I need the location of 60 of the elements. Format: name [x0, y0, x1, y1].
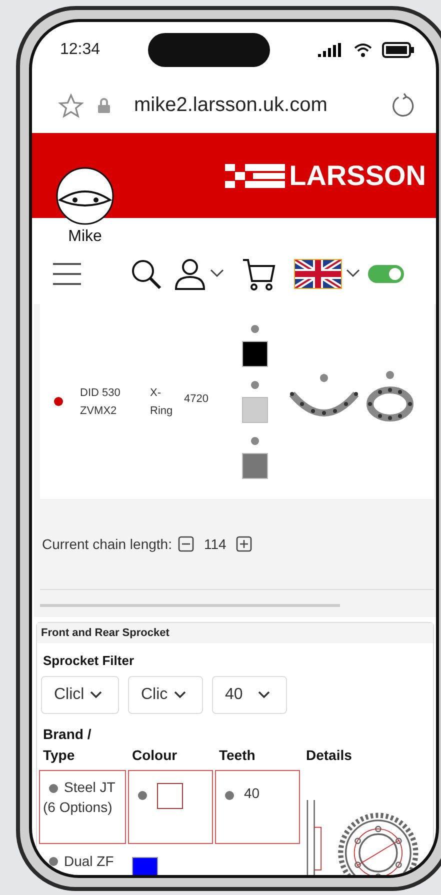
- address-bar-url[interactable]: mike2.larsson.uk.com: [134, 94, 376, 117]
- colour-swatch[interactable]: [242, 340, 268, 366]
- chain-type: X-Ring: [150, 386, 174, 418]
- filter-title: Sprocket Filter: [42, 652, 136, 670]
- user-icon[interactable]: [174, 258, 206, 290]
- radio-button[interactable]: [386, 370, 394, 378]
- radio-button[interactable]: [320, 374, 328, 382]
- user-name: Mike: [68, 228, 102, 246]
- caret-icon[interactable]: [346, 269, 360, 278]
- menu-icon[interactable]: [52, 262, 82, 286]
- section-title: Front and Rear Sprocket: [37, 623, 433, 643]
- search-icon[interactable]: [130, 258, 162, 290]
- column-header: Colour: [131, 746, 178, 765]
- chain-length-label: Current chain length:: [42, 536, 172, 552]
- colour-swatch[interactable]: [242, 396, 268, 422]
- cart-icon[interactable]: [242, 256, 276, 290]
- star-icon[interactable]: [58, 92, 84, 118]
- status-time: 12:34: [60, 41, 100, 59]
- logo-text[interactable]: LARSSON: [289, 160, 426, 192]
- reload-icon[interactable]: [390, 92, 416, 118]
- colour-swatch[interactable]: [242, 452, 268, 478]
- uk-flag-icon[interactable]: [294, 258, 342, 288]
- colour-swatch[interactable]: [157, 783, 183, 809]
- filter-dropdown[interactable]: Clicl: [41, 676, 119, 714]
- column-header: Details: [305, 746, 353, 765]
- dot-icon: [138, 791, 147, 800]
- filter-dropdown[interactable]: 40: [212, 676, 287, 714]
- battery-icon: [382, 42, 414, 58]
- lock-icon: [98, 98, 110, 113]
- colour-swatch[interactable]: [132, 856, 158, 875]
- chevron-down-icon[interactable]: [174, 691, 186, 699]
- minus-icon[interactable]: [178, 536, 194, 552]
- chain-loop-drawing[interactable]: [366, 384, 414, 422]
- table-cell[interactable]: 40: [215, 770, 300, 844]
- chevron-down-icon[interactable]: [90, 691, 102, 699]
- table-cell[interactable]: Steel JT (6 Options): [39, 770, 126, 844]
- dot-icon: [49, 857, 58, 866]
- chain-code: 4720: [184, 392, 208, 404]
- chevron-down-icon[interactable]: [258, 691, 270, 699]
- radio-button[interactable]: [54, 397, 63, 406]
- plus-icon[interactable]: [236, 536, 252, 552]
- scrollbar-thumb[interactable]: [40, 604, 340, 607]
- chain-name: DID 530 ZVMX2: [80, 386, 122, 418]
- column-header: Teeth: [218, 746, 256, 765]
- wifi-icon: [354, 43, 372, 57]
- column-header: Brand / Type: [42, 725, 92, 765]
- dot-icon: [49, 784, 58, 793]
- table-cell[interactable]: Dual ZF: [39, 844, 126, 875]
- logo-mark-icon: [225, 164, 286, 188]
- radio-button[interactable]: [251, 380, 260, 388]
- dot-icon: [225, 791, 234, 800]
- radio-button[interactable]: [251, 324, 260, 332]
- radio-button[interactable]: [251, 436, 260, 444]
- table-cell[interactable]: [128, 770, 213, 844]
- caret-icon[interactable]: [210, 269, 224, 278]
- filter-dropdown[interactable]: Clic: [128, 676, 203, 714]
- toggle-switch[interactable]: [368, 264, 404, 282]
- signal-icon: [318, 43, 344, 57]
- chain-length-value: 114: [204, 536, 226, 552]
- helmet-avatar-icon[interactable]: [56, 167, 114, 225]
